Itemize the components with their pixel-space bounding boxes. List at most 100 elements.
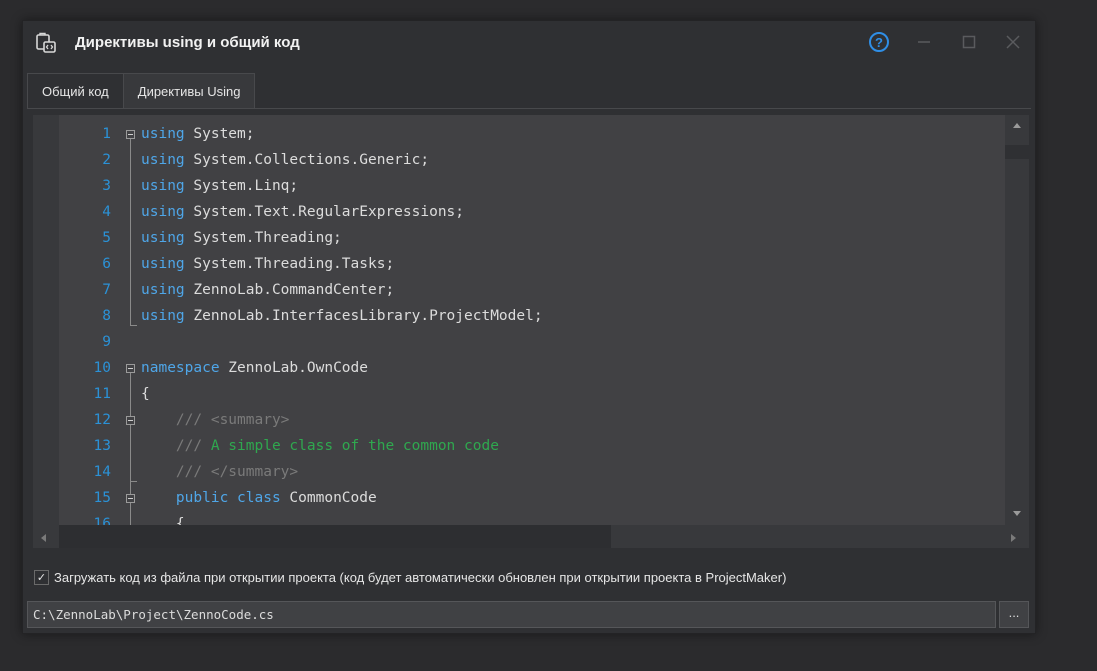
code-text: public class CommonCode [141, 485, 377, 511]
checkmark-icon: ✓ [36, 570, 47, 584]
code-line[interactable]: 6 using System.Threading.Tasks; [59, 251, 1005, 277]
code-token: /// [141, 438, 211, 454]
fold-guide [130, 503, 131, 525]
code-line[interactable]: 8 using ZennoLab.InterfacesLibrary.Projec… [59, 303, 1005, 329]
tab-strip: Общий код Директивы Using [27, 73, 256, 108]
tab-divider [27, 108, 1031, 109]
code-token: ZennoLab.InterfacesLibrary.ProjectModel; [184, 308, 543, 324]
code-text: using System.Text.RegularExpressions; [141, 199, 464, 225]
load-from-file-label: Загружать код из файла при открытии прое… [54, 569, 787, 585]
line-number: 12 [93, 412, 111, 428]
code-text: using System; [141, 121, 255, 147]
code-token: using [141, 152, 185, 168]
code-token: using [141, 204, 185, 220]
code-line[interactable]: 4 using System.Text.RegularExpressions; [59, 199, 1005, 225]
code-text: { [141, 381, 150, 407]
fold-end [130, 325, 137, 326]
close-icon[interactable] [1004, 33, 1022, 51]
minimize-icon[interactable] [915, 33, 933, 51]
fold-toggle-icon[interactable] [126, 130, 135, 139]
line-number: 15 [93, 490, 111, 506]
tab-label: Общий код [42, 83, 109, 99]
code-text: using ZennoLab.CommandCenter; [141, 277, 394, 303]
code-token: /// <summary> [141, 412, 290, 428]
code-token: A simple class of the common code [210, 438, 499, 454]
help-icon: ? [875, 34, 883, 50]
maximize-icon[interactable] [960, 33, 978, 51]
horizontal-scroll-thumb[interactable] [59, 525, 611, 548]
code-line[interactable]: 2 using System.Collections.Generic; [59, 147, 1005, 173]
code-line[interactable]: 1 using System; [59, 121, 1005, 147]
code-token: System.Collections.Generic; [184, 152, 430, 168]
code-token: ZennoLab.OwnCode [219, 360, 368, 376]
code-line[interactable]: 14 /// </summary> [59, 459, 1005, 485]
code-token: System; [184, 126, 255, 142]
code-token: /// </summary> [141, 464, 299, 480]
code-line[interactable]: 7 using ZennoLab.CommandCenter; [59, 277, 1005, 303]
code-line[interactable]: 11 { [59, 381, 1005, 407]
line-number: 11 [93, 386, 111, 402]
load-from-file-option[interactable]: ✓ Загружать код из файла при открытии пр… [34, 567, 786, 587]
line-number: 3 [102, 178, 111, 194]
code-token: using [141, 256, 185, 272]
code-line[interactable]: 9 [59, 329, 1005, 355]
browse-button[interactable]: ... [999, 601, 1029, 628]
fold-guide [130, 481, 131, 494]
tab-using-directives[interactable]: Директивы Using [122, 73, 256, 108]
code-area[interactable]: 1 using System; 2 using System.Collections.… [59, 115, 1005, 525]
code-token: using [141, 126, 185, 142]
code-line[interactable]: 13 /// A simple class of the common code [59, 433, 1005, 459]
code-token: using [141, 282, 185, 298]
code-text: using ZennoLab.InterfacesLibrary.Project… [141, 303, 543, 329]
code-text: /// <summary> [141, 407, 290, 433]
line-number: 1 [102, 126, 111, 142]
scroll-up-icon[interactable] [1013, 123, 1021, 128]
line-number: 9 [102, 334, 111, 350]
line-number: 13 [93, 438, 111, 454]
scroll-down-icon[interactable] [1013, 511, 1021, 516]
tab-common-code[interactable]: Общий код [27, 73, 124, 108]
code-line[interactable]: 16 { [59, 511, 1005, 525]
line-number: 6 [102, 256, 111, 272]
code-editor[interactable]: 1 using System; 2 using System.Collections.… [33, 115, 1029, 548]
line-number: 14 [93, 464, 111, 480]
window-title: Директивы using и общий код [75, 34, 300, 51]
fold-guide [130, 139, 131, 325]
scroll-left-icon[interactable] [41, 534, 46, 542]
fold-guide [130, 425, 131, 481]
code-token: ZennoLab.CommandCenter; [184, 282, 395, 298]
code-line[interactable]: 15 public class CommonCode [59, 485, 1005, 511]
scroll-right-icon[interactable] [1011, 534, 1016, 542]
code-file-icon [36, 32, 56, 53]
help-button[interactable]: ? [869, 32, 889, 52]
code-token: public class [141, 490, 281, 506]
line-number: 2 [102, 152, 111, 168]
vertical-scroll-thumb[interactable] [1005, 145, 1029, 159]
code-text: using System.Collections.Generic; [141, 147, 429, 173]
fold-toggle-icon[interactable] [126, 416, 135, 425]
code-line[interactable]: 5 using System.Threading; [59, 225, 1005, 251]
file-path-input[interactable] [27, 601, 996, 628]
fold-guide [130, 373, 131, 416]
code-line[interactable]: 3 using System.Linq; [59, 173, 1005, 199]
line-number: 4 [102, 204, 111, 220]
code-line[interactable]: 10 namespace ZennoLab.OwnCode [59, 355, 1005, 381]
code-token: System.Threading; [184, 230, 342, 246]
code-text: using System.Threading; [141, 225, 342, 251]
code-token: CommonCode [280, 490, 377, 506]
dialog-window: Директивы using и общий код ? Общий код … [22, 20, 1036, 634]
code-line[interactable]: 12 /// <summary> [59, 407, 1005, 433]
code-text: using System.Linq; [141, 173, 298, 199]
fold-toggle-icon[interactable] [126, 494, 135, 503]
code-text: using System.Threading.Tasks; [141, 251, 394, 277]
line-number: 8 [102, 308, 111, 324]
code-token: System.Threading.Tasks; [184, 256, 395, 272]
fold-end [130, 481, 137, 482]
load-from-file-checkbox[interactable]: ✓ [34, 569, 49, 585]
code-token: using [141, 308, 185, 324]
vertical-scrollbar[interactable] [1005, 115, 1029, 525]
code-text: /// </summary> [141, 459, 298, 485]
title-bar[interactable]: Директивы using и общий код ? [23, 21, 1035, 67]
code-token: { [141, 386, 150, 402]
fold-toggle-icon[interactable] [126, 364, 135, 373]
